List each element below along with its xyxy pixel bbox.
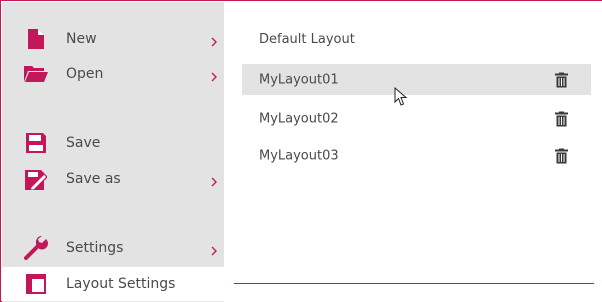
sidebar-menu: New Open Save Save as Settings Layout Se… — [2, 2, 224, 302]
menu-item-open[interactable]: Open — [2, 57, 224, 91]
chevron-right-icon — [209, 173, 219, 187]
folder-open-icon — [24, 62, 48, 86]
layout-row[interactable]: MyLayout03 — [242, 140, 591, 171]
chevron-right-icon — [209, 242, 219, 256]
menu-item-layout-settings[interactable]: Layout Settings — [2, 267, 224, 301]
menu-item-settings[interactable]: Settings — [2, 231, 224, 265]
default-layout-label[interactable]: Default Layout — [259, 32, 355, 47]
trash-icon[interactable] — [555, 111, 568, 126]
layout-list-panel: Default Layout MyLayout01 MyLayout02 MyL… — [224, 2, 602, 302]
app-window: New Open Save Save as Settings Layout Se… — [0, 0, 602, 302]
new-document-icon — [24, 27, 48, 51]
mouse-cursor-icon — [394, 86, 408, 107]
floppy-disk-icon — [24, 131, 48, 155]
layout-name: MyLayout01 — [259, 72, 339, 87]
menu-item-save-as[interactable]: Save as — [2, 162, 224, 196]
layout-name: MyLayout03 — [259, 148, 339, 163]
menu-item-label: Layout Settings — [66, 276, 176, 292]
layout-row[interactable]: MyLayout02 — [242, 103, 591, 134]
save-as-icon — [24, 167, 48, 191]
menu-item-label: Save as — [66, 171, 121, 187]
divider — [234, 283, 594, 284]
layout-icon — [24, 272, 48, 296]
wrench-icon — [24, 236, 48, 260]
chevron-right-icon — [209, 68, 219, 82]
menu-item-label: Open — [66, 66, 104, 82]
chevron-right-icon — [209, 33, 219, 47]
menu-item-label: Save — [66, 135, 101, 151]
menu-item-new[interactable]: New — [2, 22, 224, 56]
trash-icon[interactable] — [555, 72, 568, 87]
menu-item-label: New — [66, 31, 97, 47]
layout-name: MyLayout02 — [259, 111, 339, 126]
menu-item-save[interactable]: Save — [2, 126, 224, 160]
menu-item-label: Settings — [66, 240, 124, 256]
layout-row[interactable]: MyLayout01 — [242, 64, 591, 95]
trash-icon[interactable] — [555, 148, 568, 163]
